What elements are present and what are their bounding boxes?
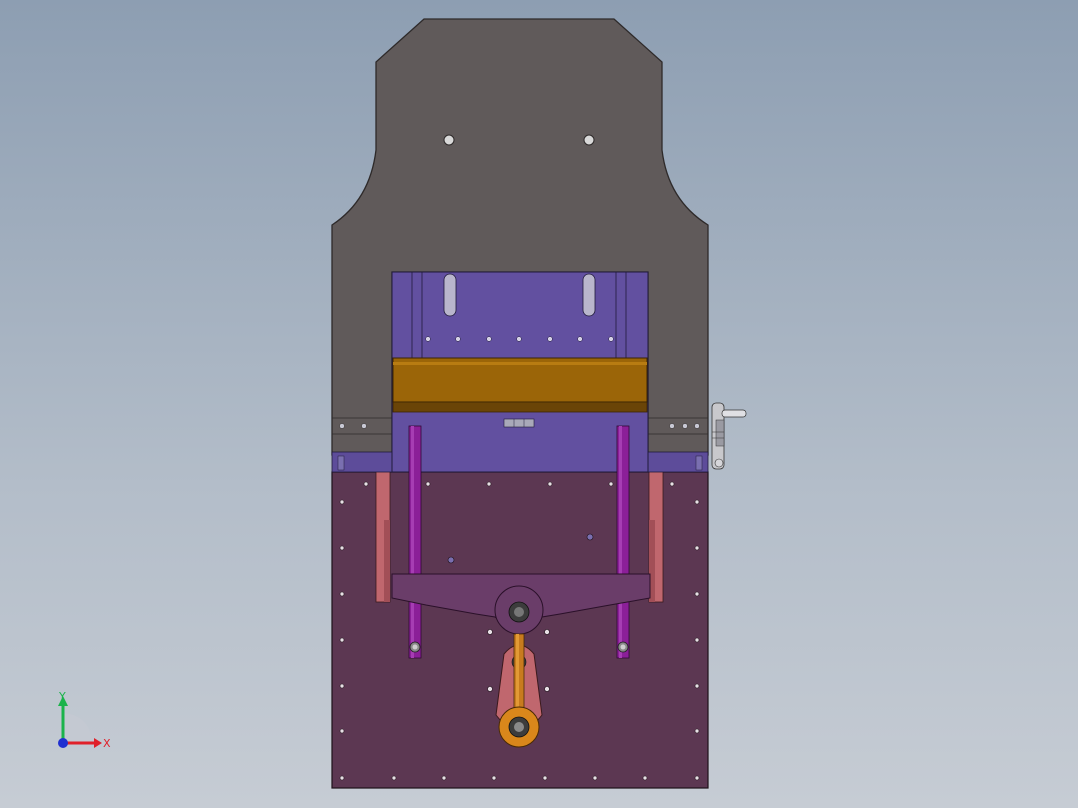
guide-rod-right[interactable] [616, 425, 630, 659]
z-axis-dot [58, 738, 68, 748]
slot-left [443, 273, 457, 317]
x-axis-label: X [103, 737, 111, 750]
side-column-right[interactable] [648, 451, 664, 603]
side-column-left[interactable] [375, 451, 391, 603]
frame-hole-left [443, 134, 455, 146]
y-axis-label: Y [58, 690, 66, 703]
slot-right [582, 273, 596, 317]
guide-rod-left[interactable] [408, 425, 422, 659]
cad-viewport[interactable]: Y X [0, 0, 1078, 808]
handwheel[interactable] [711, 402, 747, 470]
frame-hole-right [583, 134, 595, 146]
orientation-triad[interactable]: Y X [58, 690, 111, 750]
die-block[interactable] [392, 357, 648, 413]
